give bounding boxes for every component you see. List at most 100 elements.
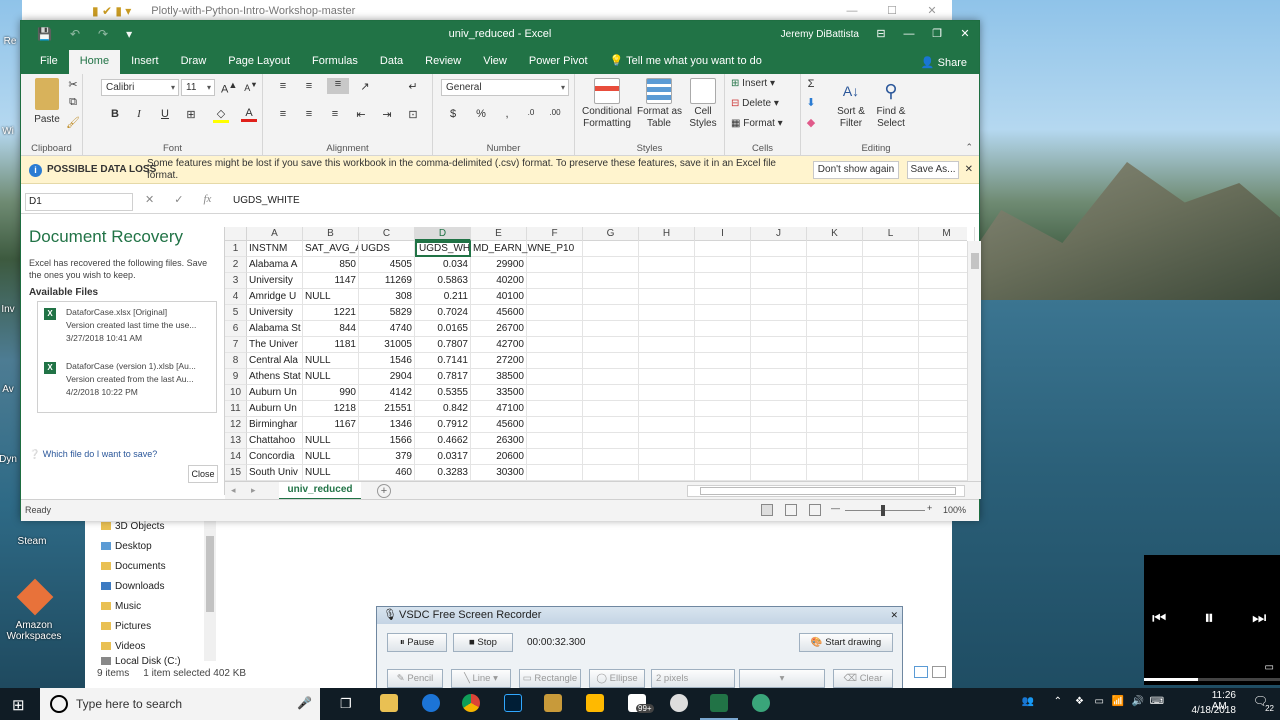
cell-k15[interactable] [807,465,863,481]
cell-e14[interactable]: 20600 [471,449,527,465]
cancel-icon[interactable]: ✕ [145,193,154,206]
maximize-icon[interactable]: ☐ [872,0,912,22]
align-left-icon[interactable]: ≡ [275,108,291,120]
app-icon[interactable] [544,694,562,712]
file-explorer-icon[interactable] [380,694,398,712]
save-icon[interactable]: 💾 [37,27,52,41]
vertical-scrollbar[interactable] [967,241,981,481]
undo-icon[interactable]: ↶ [70,27,80,41]
cell-j6[interactable] [751,321,807,337]
recovered-file-item[interactable]: X DataforCase (version 1).xlsb [Au... Ve… [44,360,214,399]
recorder-close-icon[interactable]: ✕ [890,607,898,624]
cell-e8[interactable]: 27200 [471,353,527,369]
cell-j2[interactable] [751,257,807,273]
cell-e7[interactable]: 42700 [471,337,527,353]
cell-l9[interactable] [863,369,919,385]
media-progress-bar[interactable] [1144,678,1280,681]
cell-k14[interactable] [807,449,863,465]
close-recovery-button[interactable]: Close [188,465,218,483]
cell-f10[interactable] [527,385,583,401]
cell-j12[interactable] [751,417,807,433]
cell-k3[interactable] [807,273,863,289]
cell-d3[interactable]: 0.5863 [415,273,471,289]
row-header[interactable]: 6 [225,321,247,337]
orientation-icon[interactable]: ↗ [357,80,373,93]
cell-g8[interactable] [583,353,639,369]
photoshop-icon[interactable] [504,694,522,712]
ellipse-button[interactable]: ◯ Ellipse [589,669,645,688]
cell-j4[interactable] [751,289,807,305]
sheet-tab-univ-reduced[interactable]: univ_reduced [279,482,361,500]
fill-icon[interactable]: ⬇ [803,96,819,109]
cell-a7[interactable]: The Univer [247,337,303,353]
next-track-icon[interactable]: ⏭ [1252,610,1266,628]
cell-h10[interactable] [639,385,695,401]
cell-a14[interactable]: Concordia [247,449,303,465]
column-header-m[interactable]: M [919,227,975,241]
cell-g10[interactable] [583,385,639,401]
formula-input[interactable]: UGDS_WHITE [233,193,963,211]
sort-filter-button[interactable]: A↓ Sort & Filter [831,78,871,130]
large-icons-view-icon[interactable] [932,666,946,678]
row-header[interactable]: 12 [225,417,247,433]
scroll-sheets-right-icon[interactable]: ▸ [251,485,256,496]
cell-a11[interactable]: Auburn Un [247,401,303,417]
cell-d10[interactable]: 0.5355 [415,385,471,401]
cell-h11[interactable] [639,401,695,417]
cell-f8[interactable] [527,353,583,369]
cell-b9[interactable]: NULL [303,369,359,385]
cell-d12[interactable]: 0.7912 [415,417,471,433]
middle-align-icon[interactable]: ≡ [301,80,317,92]
top-align-icon[interactable]: ≡ [275,80,291,92]
clear-button[interactable]: ⌫ Clear [833,669,893,688]
page-break-view-icon[interactable] [809,504,821,516]
dropbox-icon[interactable]: ❖ [1075,696,1084,707]
cell-c8[interactable]: 1546 [359,353,415,369]
number-format-combo[interactable]: General [441,79,569,96]
row-header[interactable]: 15 [225,465,247,481]
keyboard-icon[interactable]: ⌨ [1150,696,1164,707]
cell-e12[interactable]: 45600 [471,417,527,433]
cell-d4[interactable]: 0.211 [415,289,471,305]
cell-d5[interactable]: 0.7024 [415,305,471,321]
cell-b1[interactable]: SAT_AVG_ALL [303,241,359,257]
cell-c2[interactable]: 4505 [359,257,415,273]
accounting-format-icon[interactable]: $ [445,108,461,120]
merge-center-icon[interactable]: ⊡ [405,108,421,121]
format-painter-icon[interactable]: 🖌 [65,116,81,129]
autosum-icon[interactable]: Σ [803,78,819,90]
row-header[interactable]: 2 [225,257,247,273]
cell-i6[interactable] [695,321,751,337]
cell-j14[interactable] [751,449,807,465]
align-right-icon[interactable]: ≡ [327,108,343,120]
cell-h9[interactable] [639,369,695,385]
cell-c14[interactable]: 379 [359,449,415,465]
tab-view[interactable]: View [472,50,518,74]
customize-qat-icon[interactable]: ▾ [126,27,132,41]
scroll-thumb[interactable] [971,253,979,269]
clock-date[interactable]: 4/18/2018 [1192,705,1237,716]
cell-e4[interactable]: 40100 [471,289,527,305]
windows-start-icon[interactable]: ⊞ [12,696,25,714]
cell-f9[interactable] [527,369,583,385]
tab-file[interactable]: File [29,50,69,74]
cell-b11[interactable]: 1218 [303,401,359,417]
increase-decimal-icon[interactable]: .0 [523,108,539,117]
decrease-font-icon[interactable]: A▼ [243,80,259,93]
cell-h14[interactable] [639,449,695,465]
row-header[interactable]: 4 [225,289,247,305]
format-as-table-button[interactable]: Format as Table [637,78,682,130]
mini-player-icon[interactable]: ▭ [1265,662,1274,673]
volume-icon[interactable]: 🔊 [1132,696,1144,707]
center-icon[interactable]: ≡ [301,108,317,120]
cell-d9[interactable]: 0.7817 [415,369,471,385]
tab-insert[interactable]: Insert [120,50,170,74]
cell-c5[interactable]: 5829 [359,305,415,321]
cell-b5[interactable]: 1221 [303,305,359,321]
cell-f12[interactable] [527,417,583,433]
paste-button[interactable]: Paste [25,78,69,126]
cell-k13[interactable] [807,433,863,449]
cell-k11[interactable] [807,401,863,417]
conditional-formatting-button[interactable]: Conditional Formatting [577,78,637,130]
insert-cells-button[interactable]: ⊞ Insert ▾ [731,78,775,90]
